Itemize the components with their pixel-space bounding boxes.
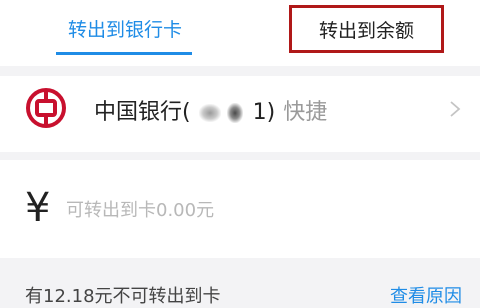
currency-symbol: ¥ xyxy=(25,185,51,231)
bank-account-label: 中国银行( 1) 快捷 xyxy=(94,94,327,126)
tab-transfer-to-bank-card-label: 转出到银行卡 xyxy=(67,18,182,41)
bank-of-china-logo-icon xyxy=(26,88,66,128)
tab-bar: 转出到银行卡 转出到余额 xyxy=(0,0,480,66)
bank-name-closing: ) xyxy=(266,100,276,125)
non-transferable-note: 有12.18元不可转出到卡 xyxy=(25,286,221,307)
tab-transfer-to-balance-label: 转出到余额 xyxy=(318,19,414,42)
tab-transfer-to-balance[interactable]: 转出到余额 xyxy=(289,5,444,53)
chevron-right-icon xyxy=(450,101,461,117)
card-number-visible-digit: 1 xyxy=(252,100,267,125)
bank-name: 中国银行( xyxy=(94,100,191,125)
view-reason-link[interactable]: 查看原因 xyxy=(390,282,462,308)
active-tab-indicator xyxy=(56,52,192,55)
tab-transfer-to-bank-card[interactable]: 转出到银行卡 xyxy=(40,0,210,56)
quick-pay-tag: 快捷 xyxy=(283,100,328,125)
masked-card-number xyxy=(193,101,251,125)
amount-input[interactable] xyxy=(66,196,446,224)
